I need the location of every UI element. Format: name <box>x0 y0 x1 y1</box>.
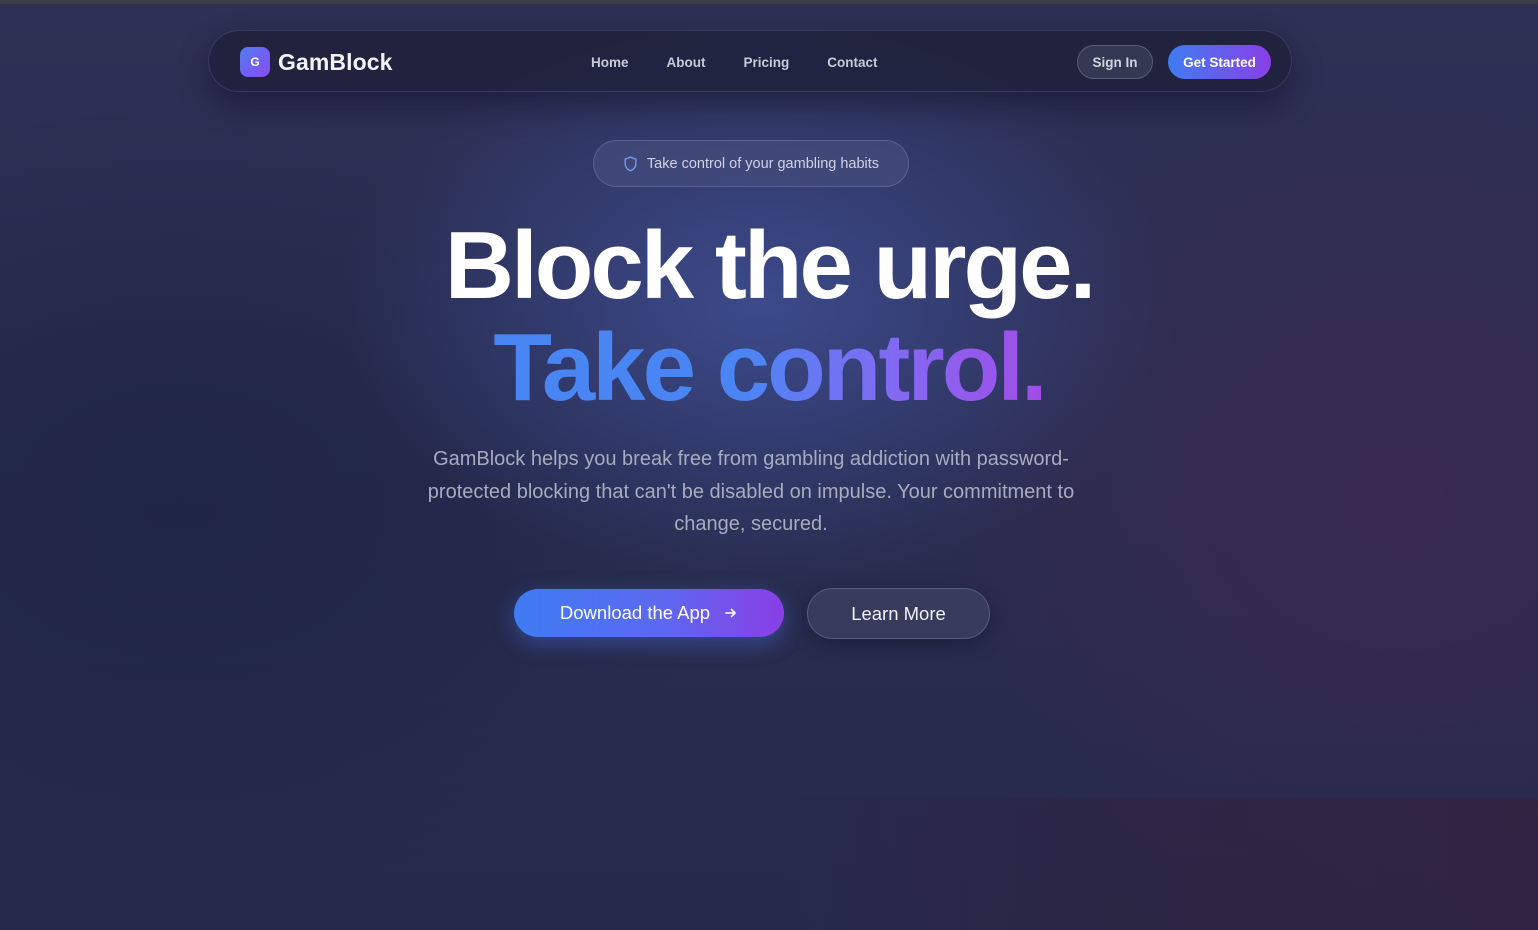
badge-text: Take control of your gambling habits <box>646 155 880 172</box>
hero-description: GamBlock helps you break free from gambl… <box>427 448 1075 535</box>
nav-link-contact[interactable]: Contact <box>827 55 877 70</box>
nav-links: Home About Pricing Contact <box>591 31 878 93</box>
arrow-right-icon <box>725 608 736 618</box>
brand-name: GamBlock <box>278 48 393 75</box>
download-app-label: Download the App <box>559 602 711 623</box>
headline-line-2: Take control. <box>493 314 1047 421</box>
nav-link-home[interactable]: Home <box>591 55 629 70</box>
logo-letter: G <box>250 55 260 69</box>
background-panel <box>780 798 1538 930</box>
sign-in-button[interactable]: Sign In <box>1077 45 1153 79</box>
logo-icon: G <box>240 47 270 77</box>
headline-line-1: Block the urge. <box>444 212 1096 319</box>
hero-badge: Take control of your gambling habits <box>593 140 909 187</box>
brand[interactable]: G GamBlock <box>240 47 393 77</box>
navbar: G GamBlock Home About Pricing Contact Si… <box>208 30 1292 92</box>
learn-more-button[interactable]: Learn More <box>807 588 990 639</box>
nav-link-about[interactable]: About <box>667 55 706 70</box>
hero-headline: Block the urge. Take control. <box>0 214 1538 418</box>
shield-icon <box>624 155 637 171</box>
nav-link-pricing[interactable]: Pricing <box>744 55 790 70</box>
get-started-button[interactable]: Get Started <box>1168 45 1271 79</box>
download-app-button[interactable]: Download the App <box>514 589 784 637</box>
